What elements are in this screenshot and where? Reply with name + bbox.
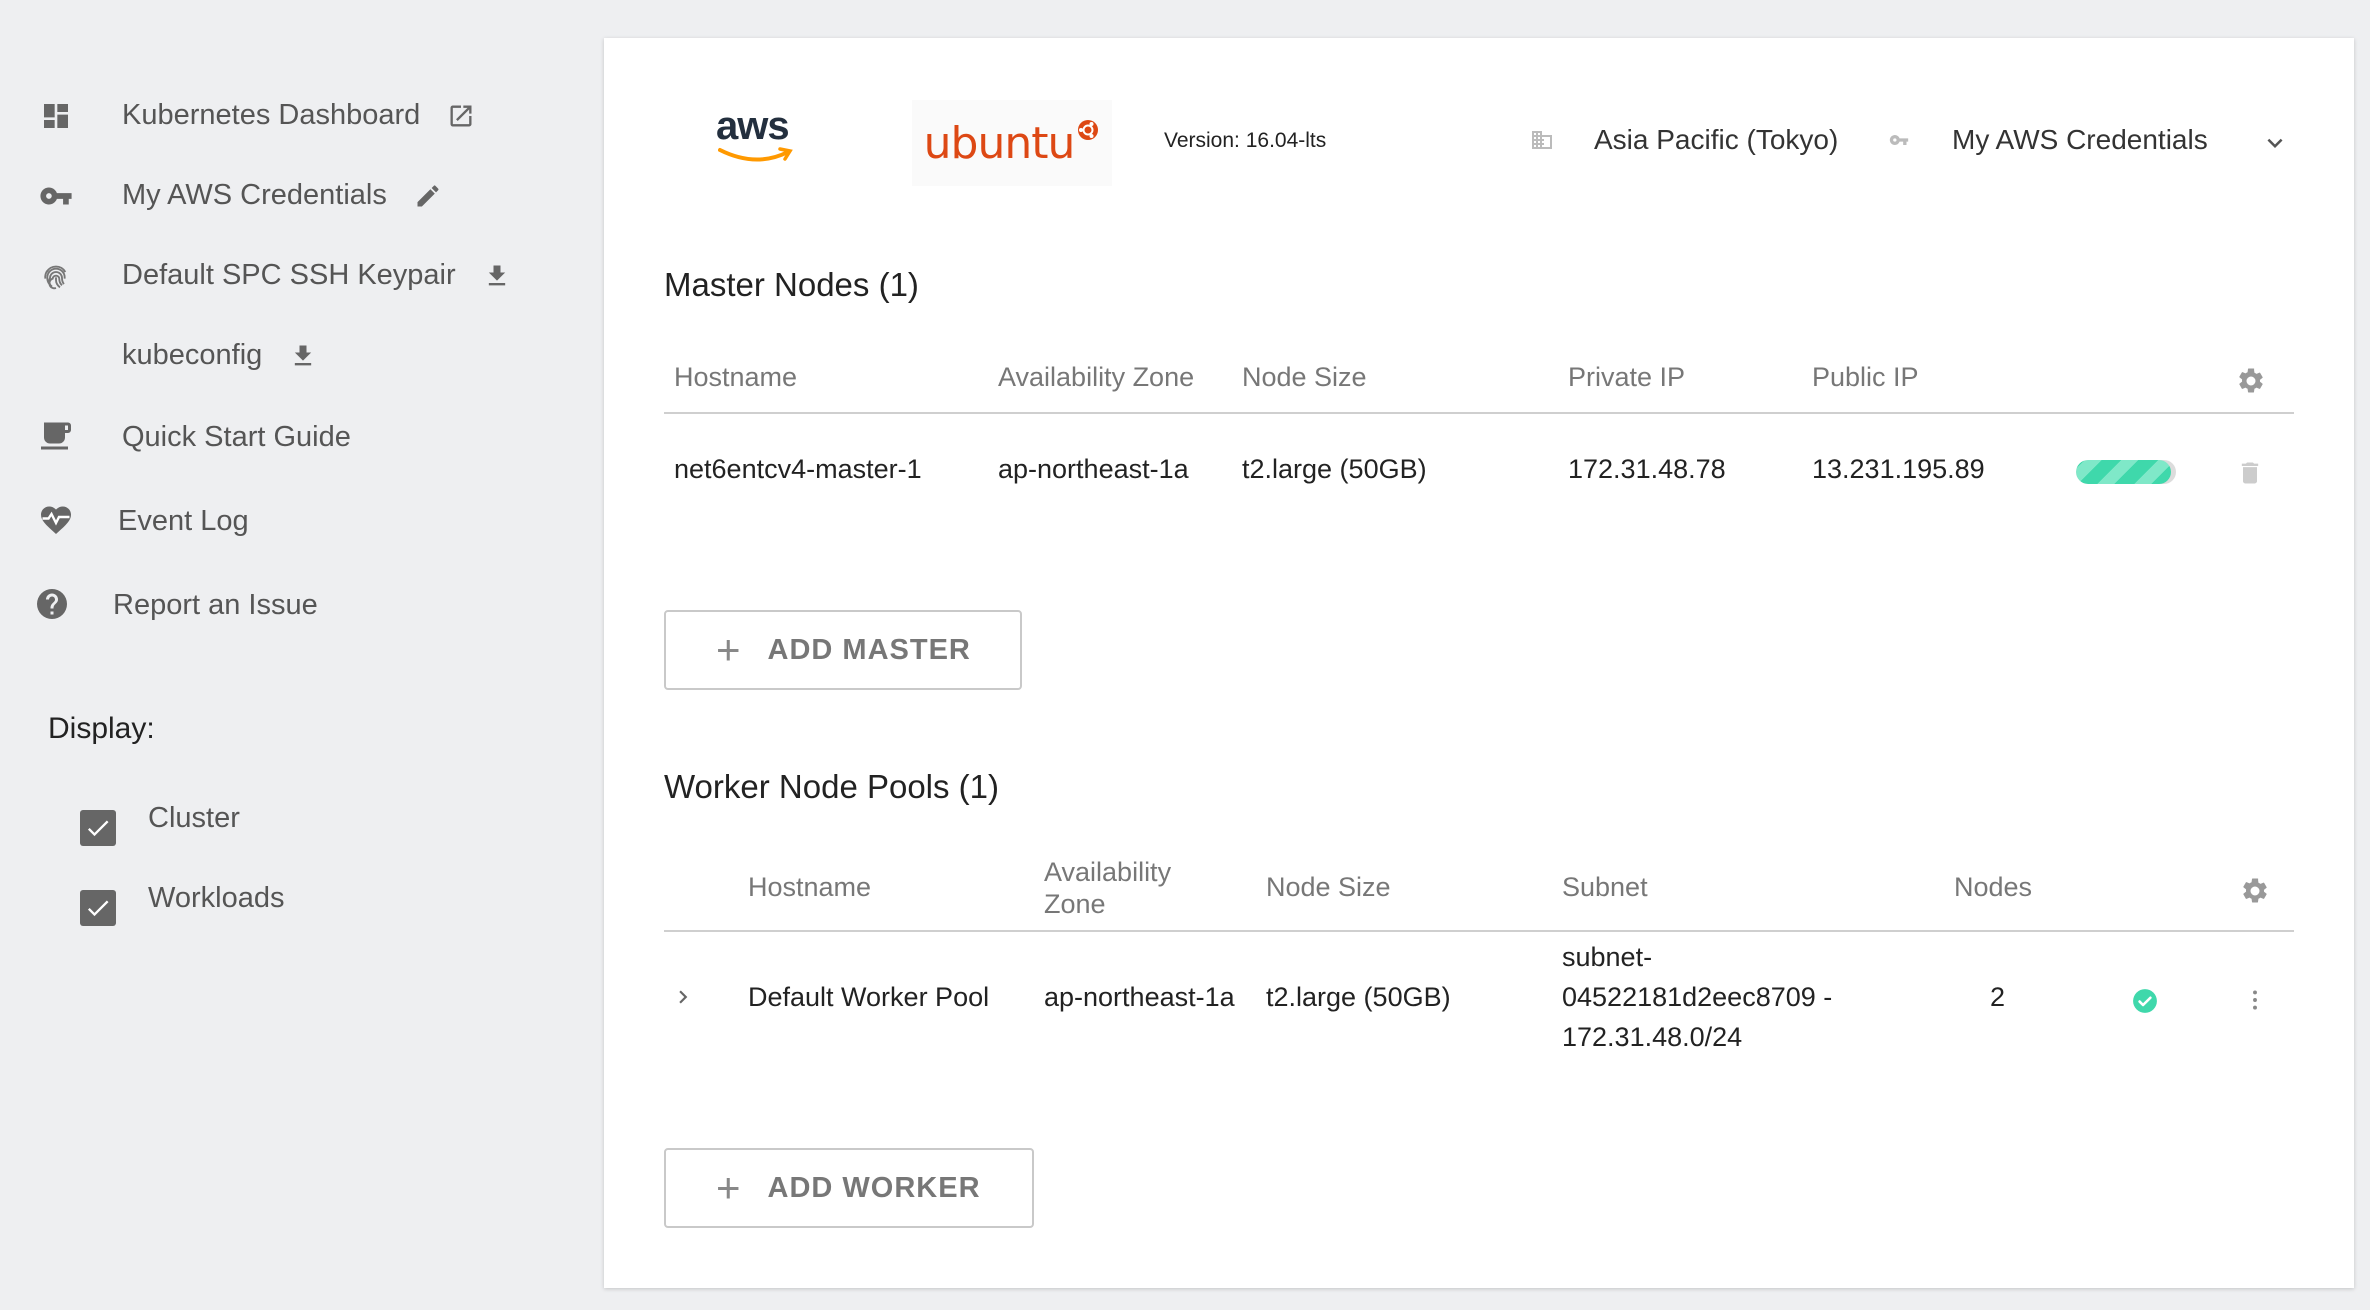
sidebar-item-label: Kubernetes Dashboard [122,99,421,131]
worker-col-size: Node Size [1266,872,1391,902]
master-provision-progress [2076,460,2176,484]
pencil-icon[interactable] [413,181,443,211]
worker-settings-gear-icon[interactable] [2240,876,2270,911]
plus-icon: + [716,1164,742,1211]
download-icon[interactable] [482,261,512,291]
expand-chevron-icon[interactable] [670,984,696,1015]
chevron-down-icon[interactable] [2260,128,2290,163]
cluster-label: Cluster [148,802,240,834]
add-master-button[interactable]: + ADD MASTER [664,610,1022,690]
worker-header-divider [664,930,2294,932]
master-private-ip: 172.31.48.78 [1568,454,1726,484]
sidebar-item-kubernetes-dashboard[interactable]: Kubernetes Dashboard [0,96,560,136]
master-col-hostname: Hostname [674,362,798,392]
external-link-icon[interactable] [446,101,476,131]
sidebar-item-event-log[interactable]: Event Log [0,502,560,542]
ubuntu-logo-text: ubuntu [923,117,1076,169]
dashboard-icon [38,98,74,134]
plus-icon: + [716,626,742,673]
worker-subnet-line-2: 04522181d2eec8709 - [1562,982,1833,1012]
master-hostname: net6entcv4-master-1 [674,454,922,484]
cluster-panel: aws ubuntu Version: 16.04-lts Asia Pacif… [604,38,2354,1288]
region-label: Asia Pacific (Tokyo) [1594,124,1839,155]
master-col-private-ip: Private IP [1568,362,1686,392]
cluster-checkbox[interactable] [80,810,116,846]
worker-pool-name: Default Worker Pool [748,982,990,1012]
add-master-label: ADD MASTER [767,633,971,666]
worker-node-count: 2 [1990,982,2006,1012]
sidebar-item-label: kubeconfig [122,339,263,371]
worker-col-subnet: Subnet [1562,872,1648,902]
workloads-checkbox[interactable] [80,890,116,926]
worker-pools-title: Worker Node Pools (1) [664,768,1000,805]
status-check-icon [2132,988,2158,1019]
display-option-workloads[interactable]: Workloads [80,882,284,926]
aws-logo-text: aws [716,104,790,148]
credentials-key-icon [1886,130,1912,155]
master-public-ip: 13.231.195.89 [1812,454,1985,484]
os-version: Version: 16.04-lts [1164,129,1327,152]
more-options-icon[interactable] [2242,986,2268,1019]
sidebar-item-aws-credentials[interactable]: My AWS Credentials [0,176,560,216]
heartbeat-icon [38,502,74,538]
download-icon[interactable] [288,341,318,371]
master-nodes-title: Master Nodes (1) [664,266,919,303]
coffee-icon [38,418,74,454]
worker-zone: ap-northeast-1a [1044,982,1235,1012]
aws-logo: aws [714,104,794,172]
key-icon [38,178,74,214]
sidebar-item-label: Report an Issue [113,589,318,621]
sidebar-item-label: My AWS Credentials [122,179,387,211]
worker-col-nodes: Nodes [1954,872,2033,902]
ubuntu-logo: ubuntu [912,100,1112,186]
progress-fill [2076,460,2171,484]
building-icon [1530,128,1554,157]
fingerprint-icon [38,258,74,294]
master-zone: ap-northeast-1a [998,454,1189,484]
credentials-selector[interactable]: My AWS Credentials [1952,124,2208,156]
worker-size: t2.large (50GB) [1266,982,1451,1012]
master-col-public-ip: Public IP [1812,362,1919,392]
master-header-divider [664,412,2294,414]
add-worker-label: ADD WORKER [767,1171,981,1204]
display-option-cluster[interactable]: Cluster [80,802,240,846]
master-col-zone: Availability Zone [998,362,1195,392]
sidebar-item-kubeconfig[interactable]: kubeconfig [0,336,560,376]
master-col-size: Node Size [1242,362,1367,392]
sidebar-item-label: Quick Start Guide [122,421,351,453]
worker-col-zone: Availability Zone [1044,857,1172,919]
worker-col-hostname: Hostname [748,872,872,902]
sidebar-item-report-issue[interactable]: Report an Issue [0,586,560,626]
display-title: Display: [48,712,155,745]
sidebar-item-quick-start-guide[interactable]: Quick Start Guide [0,418,560,458]
add-worker-button[interactable]: + ADD WORKER [664,1148,1034,1228]
delete-trash-icon[interactable] [2236,458,2264,493]
workloads-label: Workloads [148,882,285,914]
sidebar: Kubernetes Dashboard My AWS Credentials … [0,0,600,1310]
worker-subnet-line-1: subnet- [1562,942,1653,972]
sidebar-item-label: Default SPC SSH Keypair [122,259,456,291]
master-size: t2.large (50GB) [1242,454,1427,484]
worker-subnet-line-3: 172.31.48.0/24 [1562,1022,1743,1052]
master-settings-gear-icon[interactable] [2236,366,2266,401]
sidebar-item-label: Event Log [118,505,249,537]
help-icon [34,586,70,622]
sidebar-item-ssh-keypair[interactable]: Default SPC SSH Keypair [0,256,560,296]
